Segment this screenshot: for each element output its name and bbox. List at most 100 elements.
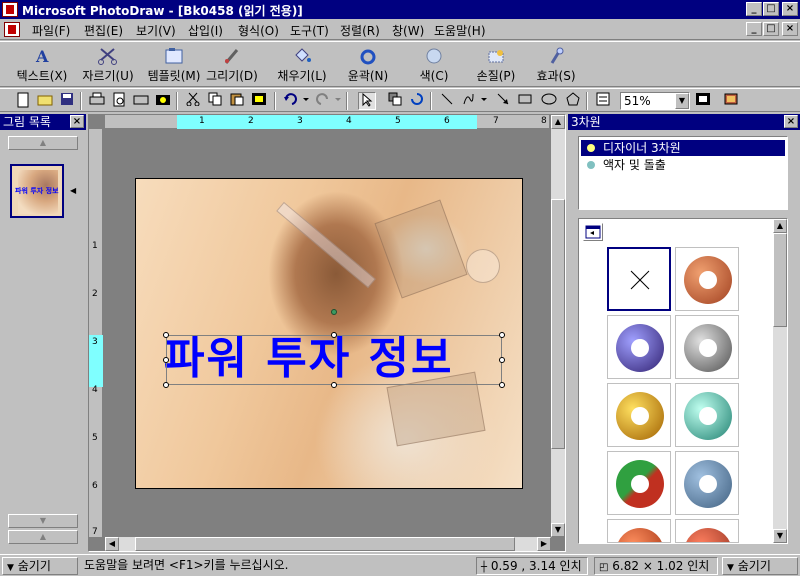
doc-minimize-button[interactable]: _: [746, 22, 762, 36]
gallery-tile-stone-ring[interactable]: [675, 451, 739, 515]
rotate-icon[interactable]: [408, 92, 426, 110]
menu-format[interactable]: 형식(O): [238, 22, 279, 39]
zoom-fit-icon[interactable]: [694, 92, 712, 110]
scroll-left-button[interactable]: ◀: [105, 537, 119, 551]
help-book-icon[interactable]: [722, 92, 740, 110]
rectangle-tool-icon[interactable]: [516, 92, 534, 110]
gallery-tile-green-red-ring[interactable]: [607, 451, 671, 515]
doc-restore-button[interactable]: □: [763, 22, 779, 36]
undo-icon[interactable]: [282, 92, 310, 110]
maximize-button[interactable]: □: [763, 2, 779, 16]
open-folder-icon[interactable]: [36, 92, 54, 110]
scroll-down-button[interactable]: ▼: [773, 529, 787, 543]
pen-icon: [221, 47, 243, 65]
paste-special-icon[interactable]: [250, 92, 268, 110]
resize-handle[interactable]: [331, 382, 337, 388]
menu-edit[interactable]: 편집(E): [84, 22, 123, 39]
menu-insert[interactable]: 삽입(I): [188, 22, 223, 39]
menu-tools[interactable]: 도구(T): [290, 22, 329, 39]
doc-close-button[interactable]: ×: [782, 22, 798, 36]
resize-handle[interactable]: [499, 332, 505, 338]
scroll-thumb[interactable]: [135, 537, 515, 551]
type-item-label: 디자이너 3차원: [603, 141, 681, 155]
gallery-view-button[interactable]: [583, 223, 603, 241]
pointer-tool-icon[interactable]: [358, 92, 376, 110]
scroll-up-button[interactable]: ▲: [8, 136, 78, 150]
effects-tool-button[interactable]: 효과(S): [516, 45, 596, 85]
close-button[interactable]: ×: [782, 2, 798, 16]
window-title: Microsoft PhotoDraw - [Bk0458 (읽기 전용)]: [22, 4, 303, 18]
resize-handle[interactable]: [331, 332, 337, 338]
resize-handle[interactable]: [163, 357, 169, 363]
zoom-select[interactable]: 51% ▼: [620, 92, 690, 110]
print-icon[interactable]: [88, 92, 106, 110]
picture-thumbnail[interactable]: 파워 투자 정보: [10, 164, 64, 218]
ruler-tick-label: 7: [493, 116, 499, 126]
menu-file[interactable]: 파일(F): [32, 22, 70, 39]
crosshair-icon: ┼: [481, 562, 488, 573]
menu-window[interactable]: 창(W): [392, 22, 424, 39]
rotate-handle[interactable]: [331, 309, 337, 315]
draw-tool-button[interactable]: 그리기(D): [192, 45, 272, 85]
gallery-tile-gray-ring[interactable]: [675, 315, 739, 379]
paste-icon[interactable]: [228, 92, 246, 110]
print-preview-icon[interactable]: [110, 92, 128, 110]
close-icon[interactable]: ×: [784, 115, 798, 128]
photodraw-app-icon[interactable]: [2, 2, 18, 17]
scroll-up-button[interactable]: ▲: [773, 219, 787, 233]
toolbar-separator: [80, 92, 82, 110]
scan-icon[interactable]: [132, 92, 150, 110]
arrange-icon[interactable]: [386, 92, 404, 110]
gallery-tile-gold-ring[interactable]: [607, 383, 671, 447]
scroll-thumb[interactable]: [551, 199, 565, 449]
camera-icon[interactable]: [154, 92, 172, 110]
hide-right-button[interactable]: ▼ 숨기기: [722, 557, 798, 575]
gallery-tile-none[interactable]: [607, 247, 671, 311]
gallery-scrollbar[interactable]: ▲ ▼: [773, 219, 787, 543]
vertical-scrollbar[interactable]: ▲ ▼: [551, 115, 565, 537]
text-box-icon[interactable]: [594, 92, 612, 110]
menu-help[interactable]: 도움말(H): [434, 22, 486, 39]
line-tool-icon[interactable]: [438, 92, 456, 110]
scroll-down-button[interactable]: ▼: [551, 523, 565, 537]
vertical-ruler[interactable]: 1 2 3 4 5 6 7: [89, 129, 103, 537]
curve-tool-icon[interactable]: [460, 92, 488, 110]
new-file-icon[interactable]: [14, 92, 32, 110]
gallery-tile-teal-ring[interactable]: [675, 383, 739, 447]
scroll-down-button[interactable]: ▼: [8, 514, 78, 528]
selection-box[interactable]: [166, 335, 502, 385]
scroll-right-button[interactable]: ▶: [537, 537, 551, 551]
scroll-up-button[interactable]: ▲: [551, 115, 565, 129]
scroll-thumb[interactable]: [773, 233, 787, 327]
resize-handle[interactable]: [163, 382, 169, 388]
horizontal-scrollbar[interactable]: ◀ ▶: [105, 537, 551, 551]
gallery-tile-wood-ring[interactable]: [675, 247, 739, 311]
copy-icon[interactable]: [206, 92, 224, 110]
autoshape-tool-icon[interactable]: [564, 92, 582, 110]
save-icon[interactable]: [58, 92, 76, 110]
redo-icon[interactable]: [314, 92, 342, 110]
document-icon[interactable]: [4, 22, 20, 37]
picture-page[interactable]: 파워 투자 정보: [135, 178, 523, 489]
resize-handle[interactable]: [163, 332, 169, 338]
resize-handle[interactable]: [499, 382, 505, 388]
minimize-button[interactable]: _: [746, 2, 762, 16]
cut-icon[interactable]: [184, 92, 202, 110]
menu-arrange[interactable]: 정렬(R): [340, 22, 380, 39]
arrow-tool-icon[interactable]: [494, 92, 512, 110]
gallery-tile-partial[interactable]: [607, 519, 671, 543]
effects-tool-label: 효과(S): [536, 69, 576, 83]
type-item-frame-extrude[interactable]: 액자 및 돌출: [581, 157, 785, 173]
hide-left-button[interactable]: ▼ 숨기기: [2, 557, 78, 575]
gallery-tile-purple-ring[interactable]: [607, 315, 671, 379]
type-item-designer-3d[interactable]: 디자이너 3차원: [581, 140, 785, 156]
chevron-down-icon[interactable]: ▼: [675, 93, 689, 109]
gallery-tile-partial[interactable]: [675, 519, 739, 543]
menu-view[interactable]: 보기(V): [136, 22, 176, 39]
resize-handle[interactable]: [499, 357, 505, 363]
scroll-top-button[interactable]: ▲: [8, 530, 78, 544]
three-d-type-list: 디자이너 3차원 액자 및 돌출: [578, 136, 788, 210]
horizontal-ruler[interactable]: 1 2 3 4 5 6 7 8: [105, 115, 549, 129]
close-icon[interactable]: ×: [70, 115, 84, 128]
ellipse-tool-icon[interactable]: [540, 92, 558, 110]
